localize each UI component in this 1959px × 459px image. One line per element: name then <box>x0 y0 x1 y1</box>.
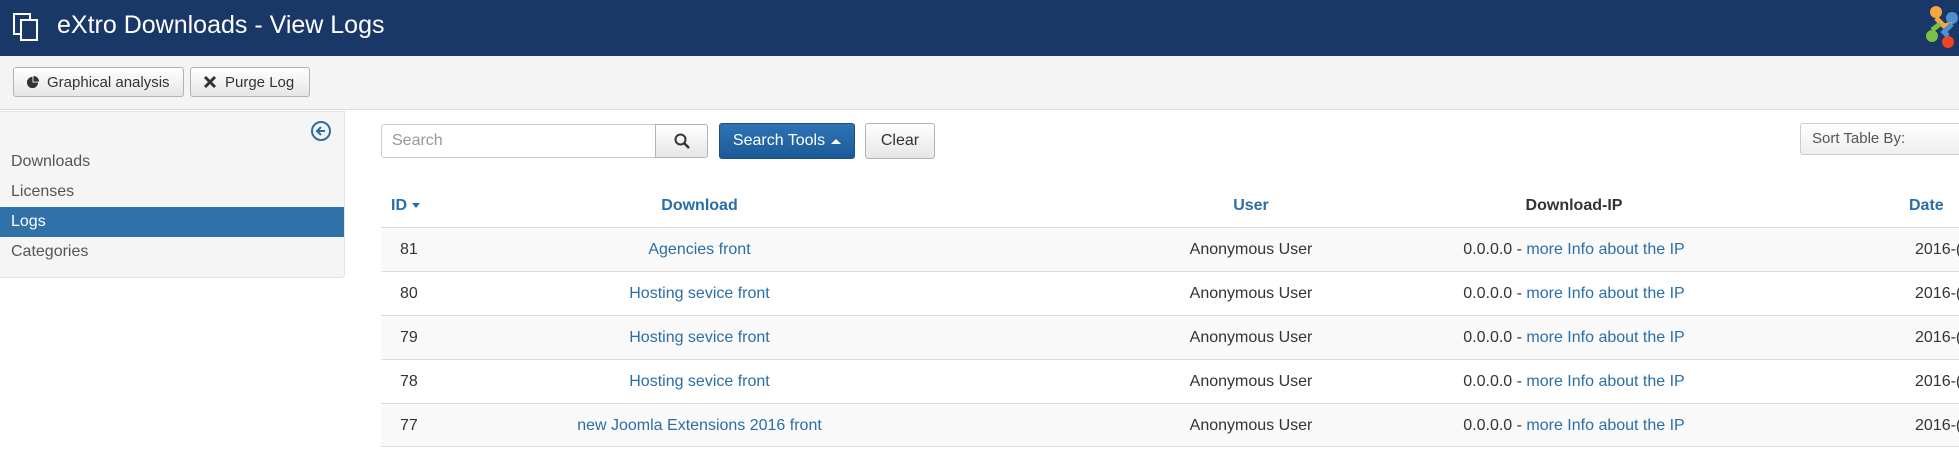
cell-user: Anonymous User <box>1189 329 1313 346</box>
ip-info-link[interactable]: more Info about the IP <box>1526 285 1684 302</box>
search-input[interactable] <box>381 124 656 158</box>
cell-download-link[interactable]: new Joomla Extensions 2016 front <box>381 404 1018 447</box>
sidebar: Downloads Licenses Logs Categories <box>0 111 345 278</box>
table-row: 80 Hosting sevice front Anonymous User 0… <box>381 271 1959 315</box>
joomla-logo <box>1926 6 1958 48</box>
purge-log-button[interactable]: Purge Log <box>190 67 310 97</box>
graphical-analysis-button[interactable]: Graphical analysis <box>13 67 184 97</box>
cell-date: 2016-( <box>1915 329 1959 346</box>
clear-button[interactable]: Clear <box>865 123 935 159</box>
cell-date: 2016-( <box>1915 417 1959 434</box>
sidebar-item-logs[interactable]: Logs <box>0 207 344 237</box>
ip-info-link[interactable]: more Info about the IP <box>1526 373 1684 390</box>
cell-download-link[interactable]: Hosting sevice front <box>381 272 1018 315</box>
toolbar: Graphical analysis Purge Log <box>0 56 1959 110</box>
cell-ip: 0.0.0.0 - more Info about the IP <box>1424 404 1724 447</box>
search-tools-label: Search Tools <box>732 132 826 149</box>
table-row: 81 Agencies front Anonymous User 0.0.0.0… <box>381 227 1959 271</box>
purge-log-label: Purge Log <box>225 73 295 91</box>
column-header-download-ip: Download-IP <box>1525 197 1623 214</box>
sidebar-item-downloads[interactable]: Downloads <box>0 147 344 177</box>
cell-ip: 0.0.0.0 - more Info about the IP <box>1424 272 1724 315</box>
cell-download-link[interactable]: Hosting sevice front <box>381 316 1018 359</box>
cell-ip: 0.0.0.0 - more Info about the IP <box>1424 316 1724 359</box>
pie-chart-icon <box>26 75 39 88</box>
header-bar: eXtro Downloads - View Logs <box>0 0 1959 56</box>
sidebar-item-categories[interactable]: Categories <box>0 237 344 267</box>
cell-ip: 0.0.0.0 - more Info about the IP <box>1424 360 1724 403</box>
cell-ip: 0.0.0.0 - more Info about the IP <box>1424 228 1724 271</box>
close-icon <box>203 75 217 89</box>
ip-info-link[interactable]: more Info about the IP <box>1526 241 1684 258</box>
cell-user: Anonymous User <box>1189 373 1313 390</box>
graphical-analysis-label: Graphical analysis <box>47 73 170 91</box>
cell-download-link[interactable]: Agencies front <box>381 228 1018 271</box>
table-row: 78 Hosting sevice front Anonymous User 0… <box>381 359 1959 403</box>
column-header-user[interactable]: User <box>1101 187 1401 225</box>
search-icon <box>674 133 690 149</box>
page-title: eXtro Downloads - View Logs <box>57 11 385 39</box>
cell-date: 2016-( <box>1915 241 1959 258</box>
ip-info-link[interactable]: more Info about the IP <box>1526 417 1684 434</box>
ip-address: 0.0.0.0 - <box>1463 373 1527 390</box>
cell-user: Anonymous User <box>1189 285 1313 302</box>
cell-download-link[interactable]: Hosting sevice front <box>381 360 1018 403</box>
ip-address: 0.0.0.0 - <box>1463 417 1527 434</box>
cell-date: 2016-( <box>1915 373 1959 390</box>
ip-address: 0.0.0.0 - <box>1463 285 1527 302</box>
caret-up-icon <box>831 138 842 144</box>
search-button[interactable] <box>655 124 708 158</box>
ip-address: 0.0.0.0 - <box>1463 329 1527 346</box>
search-tools-button[interactable]: Search Tools <box>719 123 855 159</box>
column-header-download[interactable]: Download <box>381 187 1018 225</box>
ip-address: 0.0.0.0 - <box>1463 241 1527 258</box>
ip-info-link[interactable]: more Info about the IP <box>1526 329 1684 346</box>
sidebar-item-licenses[interactable]: Licenses <box>0 177 344 207</box>
cell-user: Anonymous User <box>1189 241 1313 258</box>
copy-icon <box>13 13 38 41</box>
cell-date: 2016-( <box>1915 285 1959 302</box>
arrow-left-circle-icon[interactable] <box>310 120 332 142</box>
table-row: 79 Hosting sevice front Anonymous User 0… <box>381 315 1959 359</box>
sort-table-select[interactable]: Sort Table By: <box>1800 123 1959 155</box>
column-header-date[interactable]: Date <box>1909 187 1944 225</box>
cell-user: Anonymous User <box>1189 417 1313 434</box>
table-row: 77 new Joomla Extensions 2016 front Anon… <box>381 403 1959 447</box>
